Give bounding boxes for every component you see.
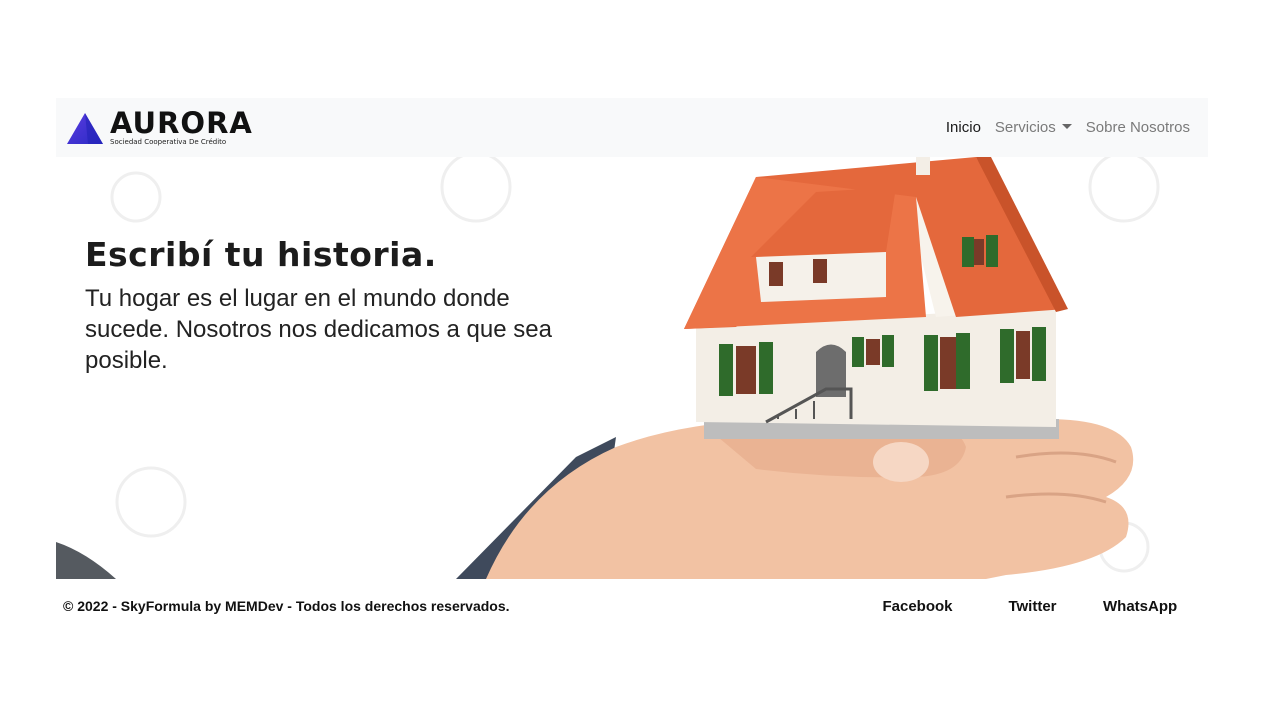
nav-item-sobre-nosotros[interactable]: Sobre Nosotros [1086, 119, 1190, 136]
chevron-down-icon [1061, 124, 1072, 129]
navbar: AURORA Sociedad Cooperativa De Crédito I… [56, 98, 1208, 157]
hero-title: Escribí tu historia. [85, 235, 437, 274]
footer: © 2022 - SkyFormula by MEMDev - Todos lo… [56, 590, 1208, 622]
brand-tagline: Sociedad Cooperativa De Crédito [110, 138, 227, 146]
whatsapp-link[interactable]: WhatsApp [1090, 598, 1208, 615]
copyright-text: © 2022 - SkyFormula by MEMDev - Todos lo… [63, 598, 510, 614]
nav-item-servicios[interactable]: Servicios [995, 119, 1072, 136]
social-links: Facebook Twitter WhatsApp [860, 598, 1208, 615]
twitter-link[interactable]: Twitter [975, 598, 1090, 615]
brand-logo[interactable]: AURORA Sociedad Cooperativa De Crédito [66, 109, 253, 146]
hero-text: Tu hogar es el lugar en el mundo donde s… [85, 285, 552, 374]
nav-item-inicio[interactable]: Inicio [946, 119, 981, 136]
nav-item-servicios-label: Servicios [994, 119, 1056, 136]
facebook-link[interactable]: Facebook [860, 598, 975, 615]
page: AURORA Sociedad Cooperativa De Crédito I… [0, 0, 1280, 720]
brand-name: AURORA [110, 106, 253, 140]
triangle-logo-icon [67, 112, 103, 144]
hero-copy: Escribí tu historia. Tu hogar es el luga… [85, 235, 555, 376]
nav-menu: Inicio Servicios Sobre Nosotros [946, 119, 1190, 136]
brand-text: AURORA Sociedad Cooperativa De Crédito [110, 109, 253, 146]
hero-banner: Escribí tu historia. Tu hogar es el luga… [56, 157, 1208, 579]
